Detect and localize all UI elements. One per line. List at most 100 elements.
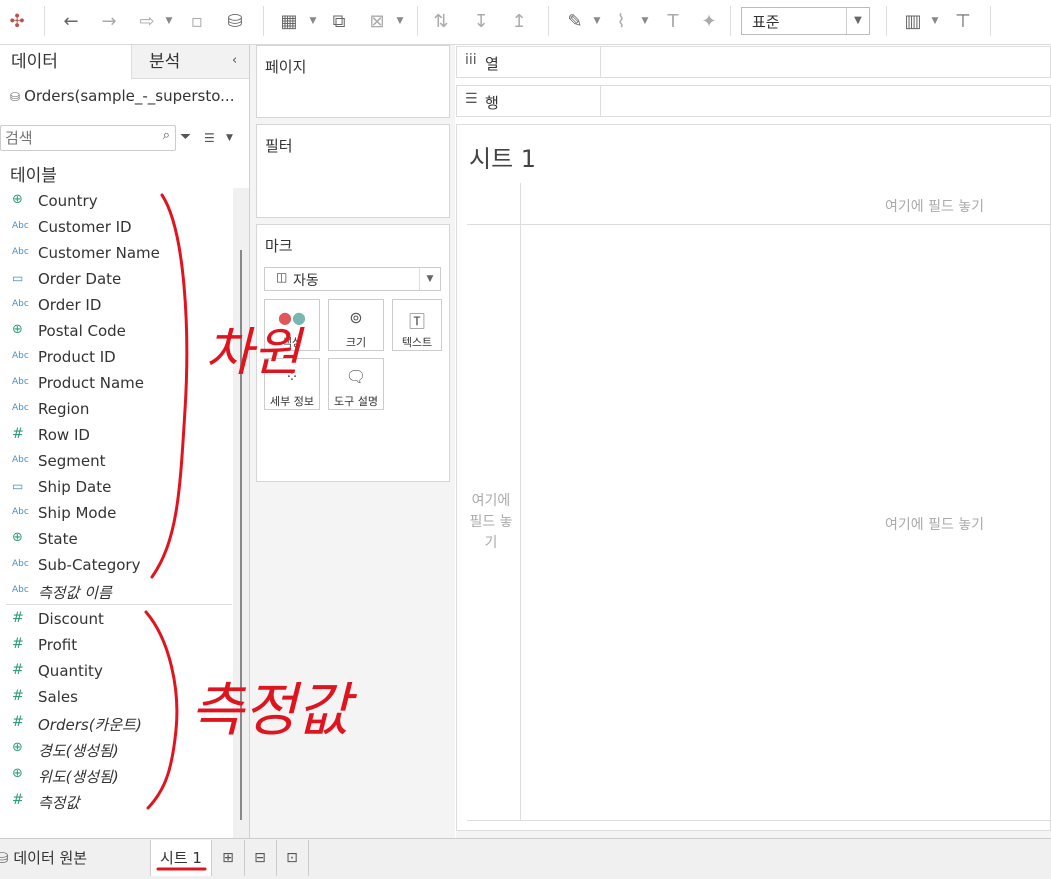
mark-type-select[interactable]: ◫ 자동 ▼	[264, 267, 441, 291]
mark-type-icon: ◫	[276, 270, 288, 284]
dimension-field[interactable]: Abc Customer ID	[0, 215, 232, 241]
new-worksheet-tab-icon[interactable]: ⊞	[212, 840, 245, 876]
tableau-logo-icon[interactable]: ✣	[6, 8, 28, 34]
replay-icon[interactable]: ⇨	[134, 8, 160, 34]
measure-field[interactable]: # Orders(카운트)	[0, 711, 232, 737]
field-name: Customer ID	[38, 218, 132, 236]
tab-datasource[interactable]: ⛁ 데이터 원본	[0, 840, 87, 876]
dimension-field[interactable]: Abc Ship Mode	[0, 501, 232, 527]
clear-icon[interactable]: ⊠	[364, 8, 390, 34]
rows-shelf[interactable]: ☰ 행	[456, 85, 1051, 117]
search-icon[interactable]: ⌕	[163, 128, 170, 143]
num-type-icon: #	[12, 636, 24, 652]
field-name: 경도(생성됨)	[38, 742, 119, 760]
dimension-field[interactable]: Abc Product Name	[0, 371, 232, 397]
drop-zone-columns[interactable]: 여기에 필드 놓기	[885, 196, 984, 216]
dimension-field[interactable]: Abc Region	[0, 397, 232, 423]
date-type-icon: ▭	[12, 271, 24, 285]
measure-field[interactable]: # Quantity	[0, 659, 232, 685]
collapse-pane-icon[interactable]: ‹	[232, 53, 237, 68]
worksheet-canvas[interactable]	[456, 124, 1051, 831]
field-name: 위도(생성됨)	[38, 768, 119, 786]
datasource-name[interactable]: ⛁ Orders(sample_-_supersto...	[10, 87, 234, 105]
field-name: Region	[38, 400, 90, 418]
view-dropdown-icon[interactable]: ▼	[226, 133, 233, 143]
pin-icon[interactable]: ✦	[696, 8, 722, 34]
show-me-icon[interactable]: ▥	[900, 8, 926, 34]
replay-dropdown-icon[interactable]: ▼	[162, 8, 176, 34]
new-worksheet-dropdown-icon[interactable]: ▼	[306, 8, 320, 34]
field-name: Product ID	[38, 348, 116, 366]
detail-button[interactable]: ⁘ 세부 정보	[264, 358, 320, 410]
new-dashboard-tab-icon[interactable]: ⊟	[244, 840, 277, 876]
presentation-icon[interactable]: ⊤	[950, 8, 976, 34]
filter-icon[interactable]: ⏷	[180, 129, 191, 145]
show-me-dropdown-icon[interactable]: ▼	[928, 8, 942, 34]
duplicate-icon[interactable]: ⧉	[326, 8, 352, 34]
geo-type-icon: ⊕	[12, 192, 23, 207]
new-datasource-icon[interactable]: ⛁	[222, 8, 248, 34]
measure-field[interactable]: # Discount	[0, 607, 232, 633]
dimension-field[interactable]: ▭ Ship Date	[0, 475, 232, 501]
tooltip-button[interactable]: 🗨 도구 설명	[328, 358, 384, 410]
save-icon[interactable]: ▫	[184, 8, 210, 34]
undo-icon[interactable]: ←	[58, 8, 84, 34]
drop-zone-rows[interactable]: 여기에 필드 놓기	[465, 491, 517, 554]
drop-zone-center[interactable]: 여기에 필드 놓기	[885, 514, 984, 534]
pages-card[interactable]: 페이지	[256, 45, 450, 118]
search-field[interactable]: ⌕	[0, 125, 176, 151]
columns-label: 열	[485, 55, 499, 73]
dimension-field[interactable]: Abc 측정값 이름	[0, 579, 232, 605]
dimension-field[interactable]: ⊕ State	[0, 527, 232, 553]
new-worksheet-icon[interactable]: ▦	[276, 8, 302, 34]
mark-type-value: 자동	[293, 273, 319, 289]
color-button[interactable]: ●● 색상	[264, 299, 320, 351]
size-button[interactable]: ⊚ 크기	[328, 299, 384, 351]
new-story-tab-icon[interactable]: ⊡	[276, 840, 309, 876]
clear-dropdown-icon[interactable]: ▼	[393, 8, 407, 34]
abc-type-icon: Abc	[12, 377, 29, 387]
num-type-icon: #	[12, 662, 24, 678]
toolbar-separator	[730, 6, 731, 36]
abc-type-icon: Abc	[12, 585, 29, 595]
rows-label-box: ☰ 행	[457, 86, 601, 116]
measure-field[interactable]: # Sales	[0, 685, 232, 711]
field-name: Order ID	[38, 296, 102, 314]
tab-sheet-1[interactable]: 시트 1	[150, 840, 212, 876]
date-type-icon: ▭	[12, 479, 24, 493]
dimension-field[interactable]: Abc Customer Name	[0, 241, 232, 267]
highlight-dropdown-icon[interactable]: ▼	[590, 8, 604, 34]
filters-card[interactable]: 필터	[256, 124, 450, 218]
dimension-field[interactable]: # Row ID	[0, 423, 232, 449]
sort-desc-icon[interactable]: ↥	[506, 8, 532, 34]
scrollbar-thumb[interactable]	[240, 250, 242, 820]
view-list-icon[interactable]: ☰	[204, 131, 215, 145]
highlight-icon[interactable]: ✎	[562, 8, 588, 34]
search-input[interactable]	[1, 126, 147, 150]
toolbar-separator	[263, 6, 264, 36]
labels-icon[interactable]: T	[660, 8, 686, 34]
swap-icon[interactable]: ⇅	[428, 8, 454, 34]
dimension-field[interactable]: ⊕ Country	[0, 189, 232, 215]
fit-select[interactable]: 표준 ▼	[741, 7, 870, 35]
columns-shelf[interactable]: iii 열	[456, 46, 1051, 78]
measure-field[interactable]: # Profit	[0, 633, 232, 659]
group-icon[interactable]: ⌇	[608, 8, 634, 34]
text-button[interactable]: 🅃 텍스트	[392, 299, 442, 351]
tab-data[interactable]: 데이터	[0, 45, 130, 79]
dimension-field[interactable]: ▭ Order Date	[0, 267, 232, 293]
measure-field[interactable]: ⊕ 위도(생성됨)	[0, 763, 232, 789]
redo-icon[interactable]: →	[96, 8, 122, 34]
geo-type-icon: ⊕	[12, 766, 23, 781]
dimension-field[interactable]: ⊕ Postal Code	[0, 319, 232, 345]
dimension-field[interactable]: Abc Product ID	[0, 345, 232, 371]
sheet-title[interactable]: 시트 1	[469, 139, 536, 174]
measure-field[interactable]: ⊕ 경도(생성됨)	[0, 737, 232, 763]
group-dropdown-icon[interactable]: ▼	[638, 8, 652, 34]
dimension-field[interactable]: Abc Segment	[0, 449, 232, 475]
sort-asc-icon[interactable]: ↧	[468, 8, 494, 34]
dimension-field[interactable]: Abc Sub-Category	[0, 553, 232, 579]
dimension-field[interactable]: Abc Order ID	[0, 293, 232, 319]
measure-field[interactable]: # 측정값	[0, 789, 232, 815]
color-label: 색상	[281, 336, 303, 349]
